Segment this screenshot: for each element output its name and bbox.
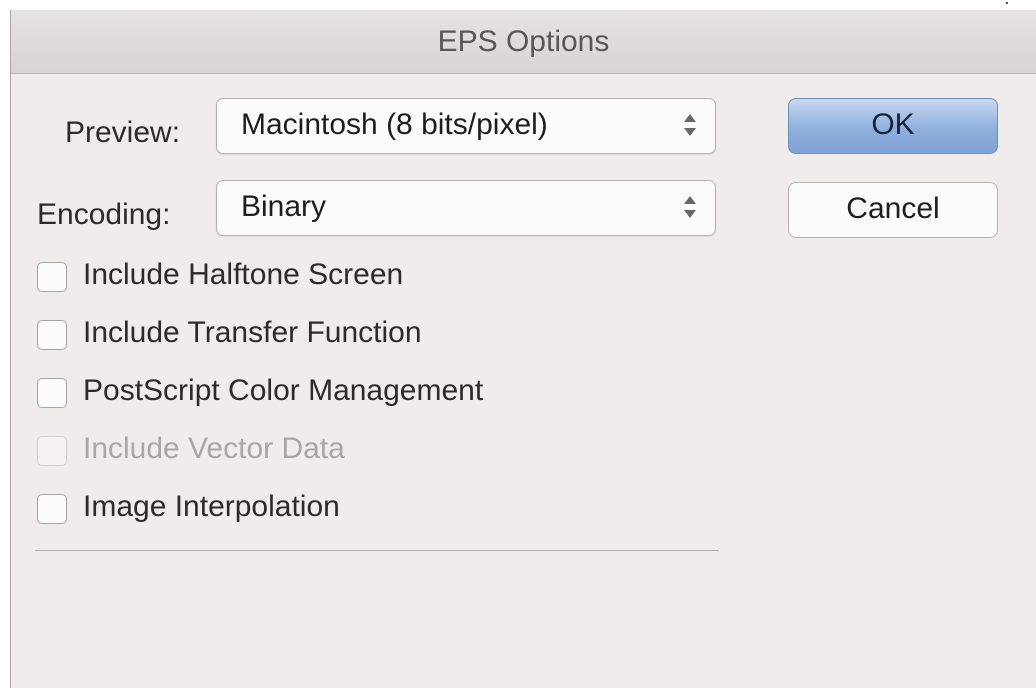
option-label: Include Halftone Screen xyxy=(83,258,404,291)
cancel-button[interactable]: Cancel xyxy=(788,182,998,238)
up-down-chevron-icon xyxy=(683,111,697,141)
title-bar[interactable]: EPS Options xyxy=(11,10,1036,74)
option-label: Include Vector Data xyxy=(83,432,345,465)
screen-corner-mark xyxy=(1006,2,1008,4)
ok-button[interactable]: OK xyxy=(788,98,998,154)
encoding-value: Binary xyxy=(241,190,327,223)
separator xyxy=(35,550,719,551)
option-label: Image Interpolation xyxy=(83,490,340,523)
checkbox[interactable] xyxy=(37,494,67,524)
preview-label: Preview: xyxy=(65,116,181,149)
checkbox[interactable] xyxy=(37,378,67,408)
preview-popup[interactable]: Macintosh (8 bits/pixel) xyxy=(216,98,716,154)
checkbox[interactable] xyxy=(37,320,67,350)
eps-options-dialog: EPS Options Preview: Macintosh (8 bits/p… xyxy=(10,10,1036,688)
checkbox-disabled xyxy=(37,436,67,466)
option-label: Include Transfer Function xyxy=(83,316,422,349)
encoding-label: Encoding: xyxy=(37,198,171,231)
dialog-title: EPS Options xyxy=(437,25,610,58)
checkbox[interactable] xyxy=(37,262,67,292)
preview-value: Macintosh (8 bits/pixel) xyxy=(241,108,548,141)
encoding-popup[interactable]: Binary xyxy=(216,180,716,236)
option-label: PostScript Color Management xyxy=(83,374,484,407)
up-down-chevron-icon xyxy=(683,193,697,223)
